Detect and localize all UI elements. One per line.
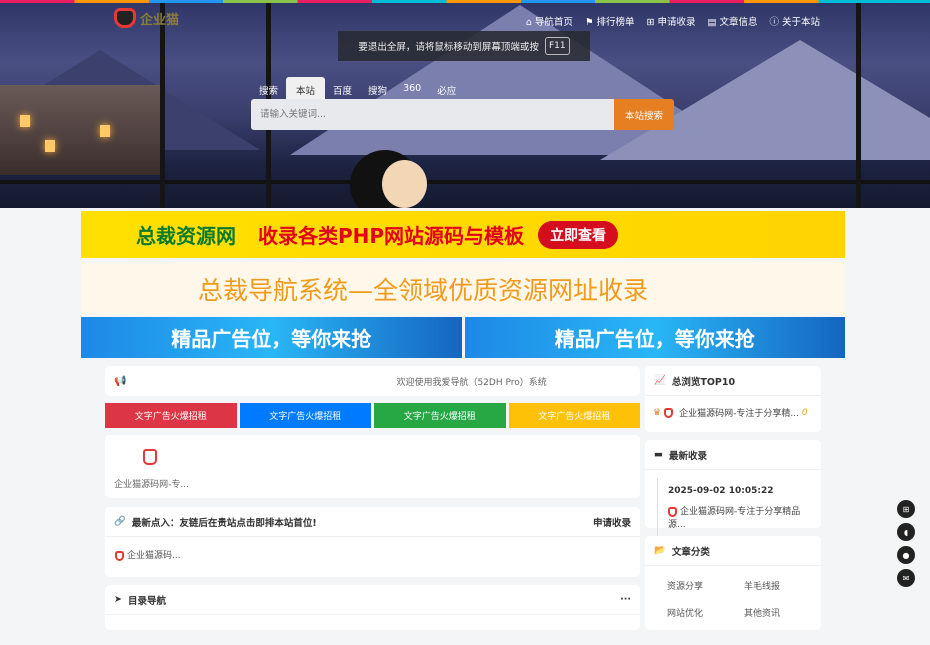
site-logo[interactable]: 企业猫: [114, 8, 179, 28]
qq-icon[interactable]: ◖: [897, 523, 915, 541]
cat-logo-icon: [114, 8, 136, 28]
notice-bar: 📢 欢迎使用我爱导航（52DH Pro）系统: [105, 366, 640, 396]
top10-card: 📈 总浏览TOP10 ♛ 企业猫源码网-专注于分享精... 0: [645, 366, 821, 432]
cat-logo-icon: [115, 550, 124, 561]
top-nav: ⌂ 导航首页 ⚑ 排行榜单 ⊞ 申请收录 ▤ 文章信息 ⓘ 关于本站: [526, 14, 820, 28]
category-other[interactable]: 其他资讯: [744, 606, 821, 619]
more-button[interactable]: ···: [620, 594, 631, 605]
wechat-icon[interactable]: ●: [897, 546, 915, 564]
apply-link[interactable]: 申请收录: [593, 515, 631, 529]
featured-site[interactable]: 企业猫源码网-专...: [114, 449, 189, 490]
megaphone-icon: 📢: [114, 375, 127, 387]
ad-banner-resource[interactable]: 总裁资源网 收录各类PHP网站源码与模板 立即查看: [81, 211, 845, 258]
nav-apply[interactable]: ⊞ 申请收录: [646, 14, 695, 28]
cat-logo-icon: [664, 407, 674, 418]
text-ad[interactable]: 文字广告火爆招租: [508, 403, 640, 428]
folder-open-icon: 📂: [654, 545, 666, 556]
color-strip: [0, 0, 930, 3]
category-resource-share[interactable]: 资源分享: [667, 579, 744, 592]
cat-logo-icon: [143, 449, 157, 465]
crown-icon: ♛: [653, 407, 662, 418]
search-button[interactable]: 本站搜索: [614, 99, 674, 130]
text-ad[interactable]: 文字广告火爆招租: [374, 403, 506, 428]
link-icon: 🔗: [114, 516, 126, 527]
tab-baidu[interactable]: 百度: [325, 77, 360, 99]
info-icon: ⓘ: [769, 17, 779, 28]
apply-icon[interactable]: ⊞: [897, 500, 915, 518]
tab-site[interactable]: 本站: [286, 77, 326, 99]
text-ad[interactable]: 文字广告火爆招租: [105, 403, 237, 428]
cat-logo-icon: [668, 506, 677, 517]
nav-ranking[interactable]: ⚑ 排行榜单: [585, 14, 635, 28]
ad-banner-nav[interactable]: 总裁导航系统—全领域优质资源网址收录: [81, 262, 845, 315]
nav-about[interactable]: ⓘ 关于本站: [769, 14, 820, 28]
latest-in-item[interactable]: 企业猫源码...: [105, 537, 640, 572]
category-seo[interactable]: 网站优化: [667, 606, 744, 619]
ad-slot[interactable]: 精品广告位，等你来抢: [464, 317, 845, 358]
text-ads: 文字广告火爆招租 文字广告火爆招租 文字广告火爆招租 文字广告火爆招租: [105, 403, 640, 428]
flag-icon: ⚑: [584, 17, 594, 28]
inbox-icon: ▬: [654, 449, 663, 460]
view-now-button[interactable]: 立即查看: [538, 220, 619, 249]
ad-banner-slots: 精品广告位，等你来抢 精品广告位，等你来抢: [81, 317, 845, 358]
search-tab-label: 搜索: [259, 86, 279, 97]
newest-time: 2025-09-02 10:05:22: [668, 486, 774, 496]
search-input[interactable]: [251, 99, 614, 130]
directory-card: ➤ 目录导航 ···: [105, 585, 640, 630]
categories-card: 📂 文章分类 资源分享 羊毛线报 网站优化 其他资讯: [645, 536, 821, 630]
nav-home[interactable]: ⌂ 导航首页: [526, 14, 573, 28]
floating-toolbar: ⊞ ◖ ● ✉: [897, 500, 915, 587]
ad-slot[interactable]: 精品广告位，等你来抢: [81, 317, 462, 358]
category-deals[interactable]: 羊毛线报: [744, 579, 821, 592]
nav-articles[interactable]: ▤ 文章信息: [707, 14, 757, 28]
home-icon: ⌂: [525, 17, 532, 28]
mail-icon[interactable]: ✉: [897, 569, 915, 587]
tab-sogou[interactable]: 搜狗: [360, 77, 395, 99]
tab-360[interactable]: 360: [395, 77, 429, 99]
book-icon: ▤: [707, 17, 717, 28]
plus-square-icon: ⊞: [646, 17, 655, 28]
newest-item[interactable]: 企业猫源码网-专注于分享精品源...: [668, 504, 811, 530]
newest-card: ▬ 最新收录 2025-09-02 10:05:22 企业猫源码网-专注于分享精品…: [645, 440, 821, 538]
text-ad[interactable]: 文字广告火爆招租: [239, 403, 371, 428]
latest-in-card: 🔗 最新点入：友链后在贵站点击即排本站首位! 申请收录 企业猫源码...: [105, 507, 640, 577]
fullscreen-toast: 要退出全屏，请将鼠标移动到屏幕顶端或按 F11: [338, 31, 590, 61]
chart-icon: 📈: [654, 375, 666, 386]
featured-card: 企业猫源码网-专...: [105, 435, 640, 498]
tab-bing[interactable]: 必应: [429, 77, 464, 99]
paper-plane-icon: ➤: [114, 594, 122, 605]
f11-key: F11: [544, 37, 570, 55]
top10-item[interactable]: ♛ 企业猫源码网-专注于分享精... 0: [645, 396, 821, 429]
search-tabs: 搜索 本站 百度 搜狗 360 必应: [251, 77, 464, 99]
